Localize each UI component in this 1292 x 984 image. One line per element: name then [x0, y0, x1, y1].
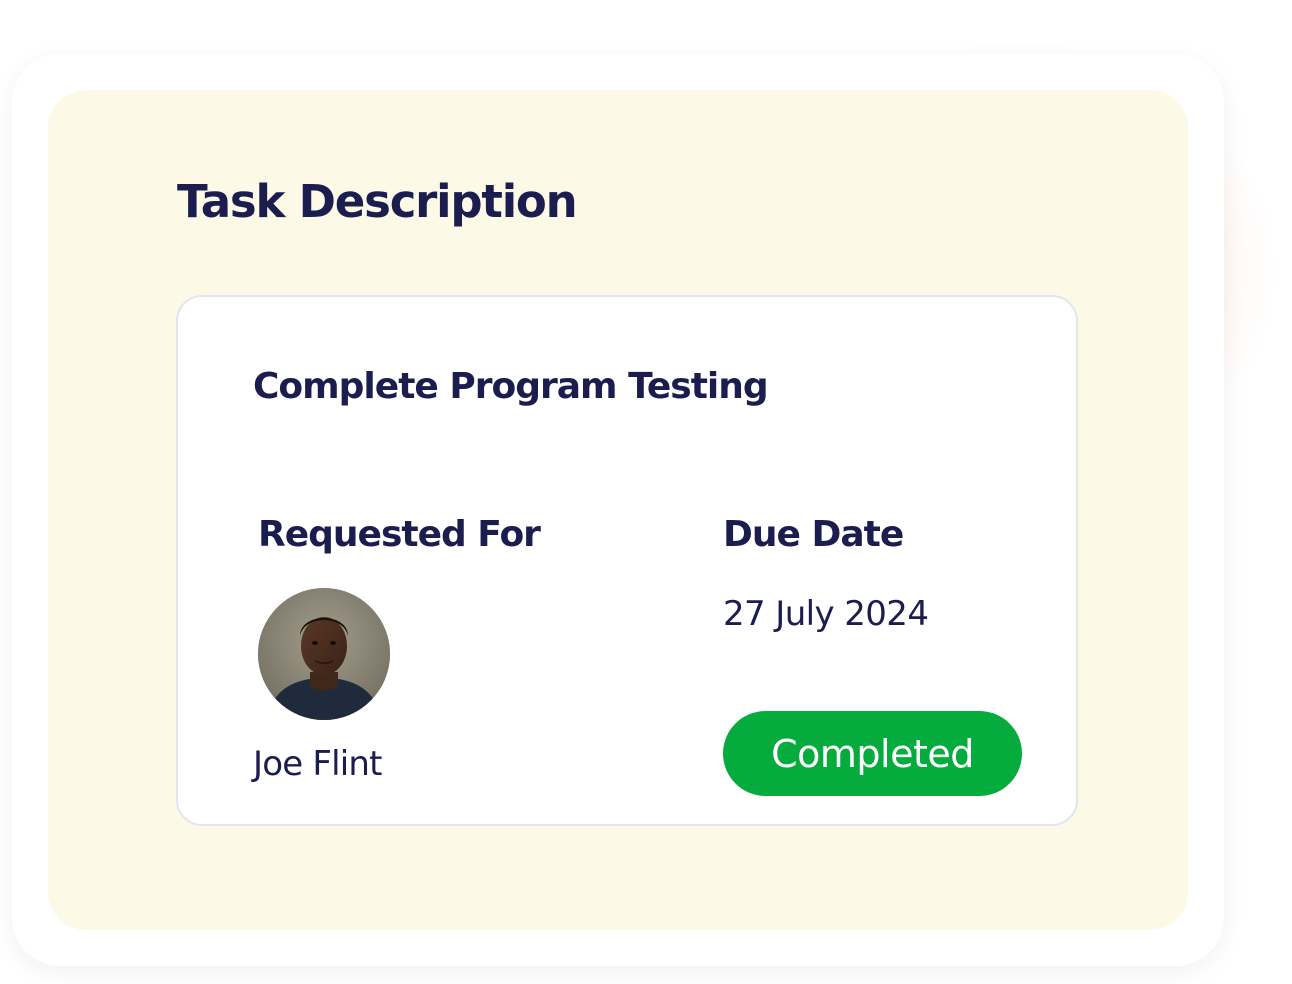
task-name: Complete Program Testing — [253, 366, 769, 407]
requested-for-label: Requested For — [258, 514, 541, 555]
panel-title: Task Description — [177, 175, 578, 228]
due-date-value: 27 July 2024 — [723, 594, 929, 634]
avatar[interactable] — [258, 588, 390, 720]
assignee-name: Joe Flint — [253, 744, 382, 784]
status-badge[interactable]: Completed — [723, 711, 1022, 796]
avatar-photo-icon — [258, 588, 390, 720]
due-date-label: Due Date — [723, 514, 904, 555]
